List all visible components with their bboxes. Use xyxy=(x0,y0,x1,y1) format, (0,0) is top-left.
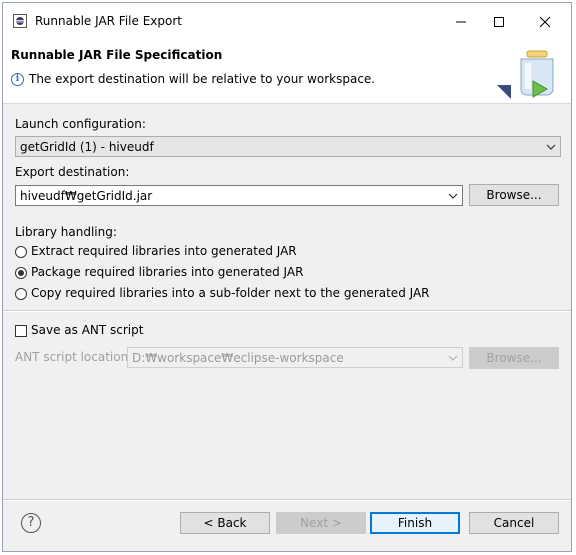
library-option-label: Copy required libraries into a sub-folde… xyxy=(31,286,430,300)
cancel-button[interactable]: Cancel xyxy=(469,512,559,534)
info-icon: i xyxy=(11,73,24,86)
next-button: Next > xyxy=(276,512,366,534)
chevron-down-icon[interactable] xyxy=(448,191,458,201)
library-option-label: Package required libraries into generate… xyxy=(31,265,304,279)
footer-divider-highlight xyxy=(3,500,571,501)
radio-package[interactable] xyxy=(15,267,27,279)
close-icon xyxy=(539,16,551,28)
jar-export-banner-icon xyxy=(497,50,554,99)
export-dialog: Runnable JAR File Export Runnable JAR Fi… xyxy=(2,2,572,552)
minimize-icon xyxy=(456,21,466,23)
export-browse-button[interactable]: Browse... xyxy=(469,184,559,206)
export-destination-label: Export destination: xyxy=(15,165,130,179)
ant-browse-button: Browse... xyxy=(469,347,559,369)
eclipse-app-icon xyxy=(13,14,27,28)
launch-config-select[interactable]: getGridId (1) - hiveudf xyxy=(15,136,561,157)
maximize-icon xyxy=(494,17,504,27)
close-button[interactable] xyxy=(525,9,565,35)
chevron-down-icon xyxy=(546,144,556,150)
radio-selected-dot xyxy=(18,270,24,276)
launch-config-label: Launch configuration: xyxy=(15,117,146,131)
library-option-label: Extract required libraries into generate… xyxy=(31,244,297,258)
library-handling-label: Library handling: xyxy=(15,225,117,239)
radio-extract[interactable] xyxy=(15,246,27,258)
help-icon[interactable]: ? xyxy=(21,513,41,533)
launch-config-value: getGridId (1) - hiveudf xyxy=(20,140,154,154)
maximize-button[interactable] xyxy=(479,9,519,35)
page-title: Runnable JAR File Specification xyxy=(11,48,223,62)
header-message: The export destination will be relative … xyxy=(29,72,376,86)
ant-location-input: D:₩workspace₩eclipse-workspace xyxy=(127,347,463,368)
export-destination-input[interactable]: hiveudf₩getGridId.jar xyxy=(15,185,463,206)
title-bar: Runnable JAR File Export xyxy=(3,3,571,39)
save-ant-checkbox[interactable] xyxy=(15,325,27,337)
radio-copy[interactable] xyxy=(15,288,27,300)
minimize-button[interactable] xyxy=(441,9,481,35)
wizard-header: Runnable JAR File Specification i The ex… xyxy=(3,39,571,104)
save-ant-label: Save as ANT script xyxy=(31,323,144,337)
chevron-down-icon xyxy=(448,355,458,361)
section-divider-highlight xyxy=(3,311,571,312)
export-destination-value: hiveudf₩getGridId.jar xyxy=(20,189,153,203)
ant-location-value: D:₩workspace₩eclipse-workspace xyxy=(132,351,344,365)
ant-location-label: ANT script location: xyxy=(15,350,133,364)
finish-button[interactable]: Finish xyxy=(370,512,460,534)
back-button[interactable]: < Back xyxy=(180,512,270,534)
window-title: Runnable JAR File Export xyxy=(35,14,182,28)
